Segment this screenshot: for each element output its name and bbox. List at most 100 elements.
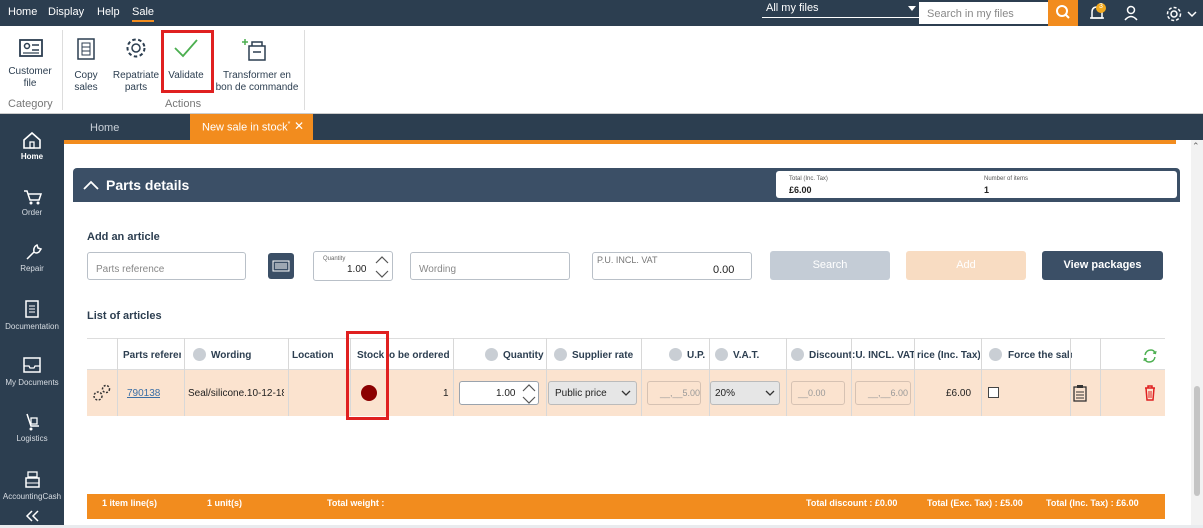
- table-row[interactable]: 790138 Seal/silicone.10-12-18l 1 1.00 Pu…: [87, 370, 1165, 416]
- wording-input[interactable]: Wording: [410, 252, 570, 280]
- sidebar-label: AccountingCash: [2, 492, 62, 501]
- collapse-sidebar-button[interactable]: [0, 507, 64, 525]
- column-divider: [786, 338, 787, 416]
- col-quantity[interactable]: Quantity: [503, 350, 544, 361]
- group-actions-label: Actions: [165, 98, 202, 110]
- user-button[interactable]: [1120, 2, 1142, 24]
- parts-reference-input[interactable]: Parts reference: [87, 252, 246, 280]
- col-force-the-sale[interactable]: Force the sale: [1008, 350, 1072, 361]
- summary-box: Total (Inc. Tax) £6.00 Number of items 1: [776, 171, 1177, 198]
- sidebar-item-logistics[interactable]: Logistics: [0, 410, 64, 443]
- view-packages-button[interactable]: View packages: [1042, 251, 1163, 280]
- repatriate-parts-button[interactable]: Repatriate parts: [112, 26, 160, 93]
- column-divider: [851, 338, 852, 416]
- stock-highlight: [346, 331, 389, 420]
- chevron-up-icon[interactable]: [82, 178, 100, 192]
- validate-highlight: [161, 30, 214, 93]
- unit-price-field[interactable]: __,__5.00: [647, 381, 701, 405]
- search-button[interactable]: [1048, 0, 1078, 26]
- menu-display[interactable]: Display: [48, 6, 84, 18]
- settings-button[interactable]: [1164, 2, 1200, 24]
- col-parts-reference[interactable]: Parts referenc: [123, 350, 181, 361]
- column-divider: [981, 338, 982, 416]
- gears-icon[interactable]: [90, 382, 114, 404]
- search-input[interactable]: Search in my files: [919, 2, 1048, 24]
- col-unit-price[interactable]: U.P.: [687, 350, 705, 361]
- number-of-items-value: 1: [984, 185, 990, 195]
- chevron-down-icon: [765, 390, 775, 396]
- col-pu-incl-vat[interactable]: :U. INCL. VAT: [852, 350, 914, 361]
- col-to-be-ordered[interactable]: o be ordered: [389, 350, 449, 361]
- clipboard-icon[interactable]: [1071, 383, 1089, 403]
- quantity-stepper[interactable]: Quantity 1.00: [313, 251, 393, 281]
- sidebar-item-accounting-cash[interactable]: AccountingCash: [0, 468, 64, 501]
- barcode-button[interactable]: [268, 253, 294, 279]
- row-quantity-stepper[interactable]: 1.00: [459, 381, 539, 405]
- add-article-button[interactable]: Add: [906, 251, 1026, 280]
- edit-column-icon: [791, 348, 804, 361]
- sidebar-label: Order: [21, 208, 43, 217]
- pu-incl-vat-field[interactable]: __,__6.00: [855, 381, 911, 405]
- sidebar-item-my-documents[interactable]: My Documents: [0, 354, 64, 387]
- col-vat[interactable]: V.A.T.: [733, 350, 759, 361]
- transform-order-button[interactable]: Transformer en bon de commande: [212, 26, 302, 93]
- sidebar-item-order[interactable]: Order: [0, 184, 64, 217]
- sidebar-label: Repair: [20, 264, 44, 273]
- col-supplier-rate[interactable]: Supplier rate: [572, 350, 633, 361]
- double-chevron-left-icon: [25, 510, 39, 522]
- close-tab-icon[interactable]: ✕: [294, 119, 304, 133]
- number-of-items-label: Number of items: [984, 176, 1029, 182]
- search-article-button[interactable]: Search: [770, 251, 890, 280]
- bell-icon: [1090, 3, 1106, 19]
- trash-icon[interactable]: [1142, 383, 1158, 403]
- supplier-rate-select[interactable]: Public price: [548, 381, 637, 405]
- copy-sales-button[interactable]: Copy sales: [66, 26, 106, 93]
- stepper-arrows-icon[interactable]: [521, 383, 537, 405]
- inbox-icon: [23, 357, 41, 373]
- tab-new-sale[interactable]: New sale in stock* ✕: [190, 114, 313, 140]
- gear-icon: [1166, 6, 1197, 22]
- column-divider: [288, 338, 289, 416]
- force-sale-checkbox[interactable]: [988, 387, 999, 398]
- notifications-button[interactable]: 3: [1086, 2, 1110, 24]
- sidebar-item-home[interactable]: Home: [0, 128, 64, 161]
- sidebar-item-documentation[interactable]: Documentation: [0, 298, 64, 331]
- part-reference-link[interactable]: 790138: [127, 388, 160, 399]
- menu-help[interactable]: Help: [97, 6, 120, 18]
- tab-home[interactable]: Home: [90, 122, 119, 134]
- unit-price-input[interactable]: P.U. INCL. VAT 0.00: [592, 252, 752, 280]
- vat-select[interactable]: 20%: [710, 381, 780, 405]
- edit-column-icon: [485, 348, 498, 361]
- copy-sales-label-2: sales: [74, 82, 98, 93]
- chevron-down-icon: [908, 6, 916, 11]
- scroll-up-icon[interactable]: ⌃: [1192, 141, 1200, 152]
- gear-icon: [126, 38, 146, 58]
- col-price-inc-tax[interactable]: rice (Inc. Tax): [917, 350, 980, 361]
- col-discount[interactable]: Discount: [809, 350, 852, 361]
- scrollbar-thumb[interactable]: [1194, 386, 1200, 496]
- stepper-arrows-icon[interactable]: [374, 254, 390, 280]
- group-category-label: Category: [8, 98, 53, 110]
- edit-column-icon: [554, 348, 567, 361]
- customer-file-button[interactable]: Customer file: [4, 26, 56, 89]
- col-location[interactable]: Location: [292, 350, 334, 361]
- ribbon-divider: [62, 30, 63, 110]
- row-quantity-value: 1.00: [496, 388, 516, 399]
- quantity-label: Quantity: [323, 256, 346, 262]
- chevron-down-icon: [621, 390, 631, 396]
- column-divider: [453, 338, 454, 416]
- footer-total-exc-tax: Total (Exc. Tax) : £5.00: [927, 498, 1023, 508]
- sidebar-item-repair[interactable]: Repair: [0, 240, 64, 273]
- refresh-icon[interactable]: [1142, 348, 1158, 364]
- menu-sale[interactable]: Sale: [132, 6, 155, 22]
- col-wording[interactable]: Wording: [211, 350, 251, 361]
- files-scope-select[interactable]: All my files: [762, 2, 920, 18]
- edit-column-icon: [715, 348, 728, 361]
- column-divider: [1070, 338, 1071, 416]
- repatriate-label-2: parts: [124, 82, 148, 93]
- panel-title: Parts details: [106, 177, 190, 193]
- sidebar-label: Home: [20, 152, 44, 161]
- discount-field[interactable]: __0.00: [791, 381, 845, 405]
- column-divider: [641, 338, 642, 416]
- menu-home[interactable]: Home: [8, 6, 37, 18]
